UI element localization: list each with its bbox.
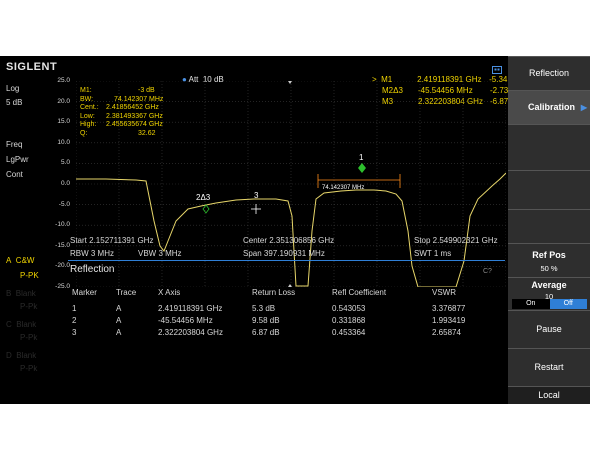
softkey-empty-2[interactable]: [508, 171, 590, 209]
table-cell: 3.376877: [432, 304, 466, 313]
table-divider: [68, 260, 505, 261]
arrow-right-icon: ▶: [580, 103, 587, 112]
table-cell: 2: [72, 316, 77, 325]
average-toggle[interactable]: On Off: [512, 299, 587, 309]
power-label: LgPwr: [6, 155, 29, 164]
table-cell: 5.3 dB: [252, 304, 276, 313]
y-tick-label: 25.0: [57, 77, 70, 84]
table-cell: 0.453364: [332, 328, 366, 337]
marker-3-label: 3: [254, 191, 259, 200]
y-tick-label: -5.0: [58, 200, 70, 208]
siglent-logo: SIGLENT: [6, 61, 58, 73]
table-cell: 2.65874: [432, 328, 461, 337]
bw-measurement-overlay: M1: -3 dB BW: 74.142307 MHz Cent.: 2.418564…: [80, 87, 164, 137]
softkey-empty-1[interactable]: [508, 125, 590, 170]
y-tick-label: -15.0: [55, 241, 70, 249]
y-tick-label: 15.0: [57, 118, 70, 126]
vbw: VBW 3 MHz: [138, 249, 182, 258]
table-cell: 9.58 dB: [252, 316, 280, 325]
bw-annotation: 74.142307 MHz: [322, 185, 364, 191]
table-tag: C?: [483, 268, 492, 275]
y-tick-label: 5.0: [60, 159, 70, 167]
marker-2-icon: [202, 204, 210, 214]
softkey-pause[interactable]: Pause: [508, 311, 590, 348]
table-cell: 6.87 dB: [252, 328, 280, 337]
table-cell: 0.543053: [332, 304, 366, 313]
swt: SWT 1 ms: [414, 249, 452, 258]
average-off[interactable]: Off: [549, 299, 587, 309]
table-cell: A: [116, 328, 122, 337]
trace-a-detector: P-PK: [20, 271, 39, 280]
scale-div: 5 dB: [6, 98, 23, 107]
average-on[interactable]: On: [512, 299, 550, 309]
center-top-indicator: [288, 81, 292, 84]
trace-d-indicator[interactable]: D Blank: [6, 351, 36, 360]
y-tick-label: -25.0: [55, 283, 70, 290]
table-cell: A: [116, 316, 122, 325]
softkey-empty-3[interactable]: [508, 210, 590, 243]
softkey-reflection[interactable]: Reflection: [508, 57, 590, 90]
reflection-title: Reflection: [70, 264, 115, 275]
table-cell: 2.322203804 GHz: [158, 328, 223, 337]
trace-c-indicator[interactable]: C Blank: [6, 320, 36, 329]
span: Span 397.190931 MHz: [243, 249, 325, 258]
rbw: RBW 3 MHz: [70, 249, 114, 258]
y-tick-label: -20.0: [55, 262, 70, 270]
start-freq: Start 2.152711391 GHz: [70, 236, 154, 245]
marker-1-label: 1: [359, 153, 364, 162]
trace-c-detector: P-Pk: [20, 333, 38, 342]
y-tick-label: -10.0: [55, 221, 70, 229]
usb-icon: [492, 61, 502, 74]
freq-label: Freq: [6, 140, 23, 149]
sweep-mode: Cont: [6, 170, 23, 179]
trace-a-line: [76, 172, 507, 288]
table-cell: 0.331868: [332, 316, 366, 325]
analyzer-screen: SIGLENT Log 5 dB Freq LgPwr Cont A C&W P…: [0, 56, 590, 404]
softkey-local[interactable]: Local: [508, 387, 590, 404]
softkey-calibration[interactable]: Calibration ▶: [508, 91, 590, 124]
table-cell: 2.419118391 GHz: [158, 304, 223, 313]
trace-b-indicator[interactable]: B Blank: [6, 289, 36, 298]
marker-2-label: 2Δ3: [196, 193, 211, 202]
y-tick-label: 0.0: [60, 180, 70, 187]
scale-type: Log: [6, 84, 20, 93]
center-freq: Center 2.351306856 GHz: [243, 236, 335, 245]
stop-freq: Stop 2.549902321 GHz: [414, 236, 498, 245]
y-tick-label: 10.0: [57, 138, 70, 146]
softkey-restart[interactable]: Restart: [508, 349, 590, 386]
trace-b-detector: P-Pk: [20, 302, 38, 311]
softkey-ref-pos[interactable]: Ref Pos 50 %: [508, 244, 590, 277]
table-cell: 1.993419: [432, 316, 466, 325]
table-cell: A: [116, 304, 122, 313]
trace-d-detector: P-Pk: [20, 364, 38, 373]
y-tick-label: 20.0: [57, 97, 70, 105]
center-bottom-indicator: [288, 284, 292, 287]
marker-1-icon: [358, 163, 366, 173]
table-cell: 3: [72, 328, 77, 337]
trace-a-indicator[interactable]: A C&W: [6, 256, 34, 265]
table-cell: -45.54456 MHz: [158, 316, 213, 325]
table-cell: 1: [72, 304, 77, 313]
